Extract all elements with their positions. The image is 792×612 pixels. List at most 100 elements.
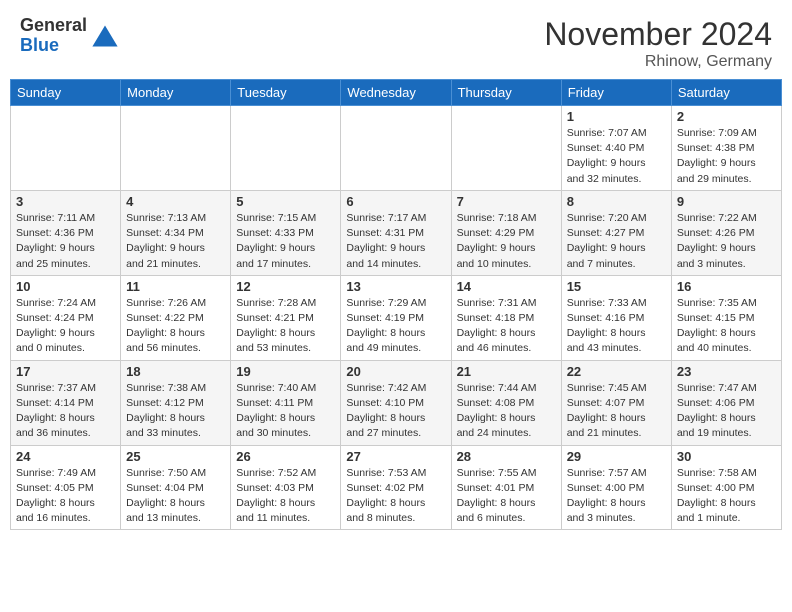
calendar-cell [341,106,451,191]
day-info: Sunrise: 7:37 AMSunset: 4:14 PMDaylight:… [16,381,115,442]
calendar-cell: 27Sunrise: 7:53 AMSunset: 4:02 PMDayligh… [341,445,451,530]
day-number: 11 [126,279,225,294]
calendar-cell: 28Sunrise: 7:55 AMSunset: 4:01 PMDayligh… [451,445,561,530]
day-number: 24 [16,449,115,464]
calendar-cell: 9Sunrise: 7:22 AMSunset: 4:26 PMDaylight… [671,190,781,275]
day-info: Sunrise: 7:53 AMSunset: 4:02 PMDaylight:… [346,466,445,527]
header-tuesday: Tuesday [231,80,341,106]
day-number: 8 [567,194,666,209]
header-saturday: Saturday [671,80,781,106]
calendar-cell: 8 Sunrise: 7:20 AMSunset: 4:27 PMDaylight… [561,190,671,275]
calendar-cell: 25 Sunrise: 7:50 AMSunset: 4:04 PMDayligh… [121,445,231,530]
day-info: Sunrise: 7:55 AMSunset: 4:01 PMDaylight:… [457,466,556,527]
day-info: Sunrise: 7:49 AMSunset: 4:05 PMDaylight:… [16,466,115,527]
calendar-cell: 23 Sunrise: 7:47 AMSunset: 4:06 PMDayligh… [671,360,781,445]
calendar-cell: 7 Sunrise: 7:18 AMSunset: 4:29 PMDaylight… [451,190,561,275]
day-number: 10 [16,279,115,294]
day-number: 21 [457,364,556,379]
calendar-cell: 18Sunrise: 7:38 AMSunset: 4:12 PMDayligh… [121,360,231,445]
header-thursday: Thursday [451,80,561,106]
calendar-cell: 11 Sunrise: 7:26 AMSunset: 4:22 PMDayligh… [121,275,231,360]
calendar-cell: 10 Sunrise: 7:24 AMSunset: 4:24 PMDayligh… [11,275,121,360]
calendar-cell: 3 Sunrise: 7:11 AMSunset: 4:36 PMDaylight… [11,190,121,275]
calendar-cell: 17 Sunrise: 7:37 AMSunset: 4:14 PMDayligh… [11,360,121,445]
calendar-cell [121,106,231,191]
day-info: Sunrise: 7:11 AMSunset: 4:36 PMDaylight:… [16,211,115,272]
calendar-cell: 20 Sunrise: 7:42 AMSunset: 4:10 PMDayligh… [341,360,451,445]
day-number: 12 [236,279,335,294]
logo: General Blue [20,16,119,56]
day-info: Sunrise: 7:07 AMSunset: 4:40 PMDaylight:… [567,126,666,187]
calendar-cell: 22 Sunrise: 7:45 AMSunset: 4:07 PMDayligh… [561,360,671,445]
calendar-cell: 14 Sunrise: 7:31 AMSunset: 4:18 PMDayligh… [451,275,561,360]
day-number: 16 [677,279,776,294]
location: Rhinow, Germany [544,53,772,71]
calendar-cell: 21 Sunrise: 7:44 AMSunset: 4:08 PMDayligh… [451,360,561,445]
calendar-cell [11,106,121,191]
calendar-cell: 2 Sunrise: 7:09 AMSunset: 4:38 PMDaylight… [671,106,781,191]
day-info: Sunrise: 7:35 AMSunset: 4:15 PMDaylight:… [677,296,776,357]
calendar-cell: 26 Sunrise: 7:52 AMSunset: 4:03 PMDayligh… [231,445,341,530]
day-number: 26 [236,449,335,464]
day-number: 7 [457,194,556,209]
logo-blue: Blue [20,36,87,56]
day-info: Sunrise: 7:50 AMSunset: 4:04 PMDaylight:… [126,466,225,527]
header-sunday: Sunday [11,80,121,106]
logo-icon [91,22,119,50]
header-friday: Friday [561,80,671,106]
page-header: General Blue November 2024 Rhinow, Germa… [0,0,792,79]
day-number: 23 [677,364,776,379]
day-info: Sunrise: 7:57 AMSunset: 4:00 PMDaylight:… [567,466,666,527]
calendar-cell: 12 Sunrise: 7:28 AMSunset: 4:21 PMDayligh… [231,275,341,360]
day-info: Sunrise: 7:13 AMSunset: 4:34 PMDaylight:… [126,211,225,272]
day-info: Sunrise: 7:45 AMSunset: 4:07 PMDaylight:… [567,381,666,442]
day-info: Sunrise: 7:58 AMSunset: 4:00 PMDaylight:… [677,466,776,527]
header-wednesday: Wednesday [341,80,451,106]
day-info: Sunrise: 7:15 AMSunset: 4:33 PMDaylight:… [236,211,335,272]
day-info: Sunrise: 7:52 AMSunset: 4:03 PMDaylight:… [236,466,335,527]
day-number: 29 [567,449,666,464]
day-info: Sunrise: 7:09 AMSunset: 4:38 PMDaylight:… [677,126,776,187]
day-info: Sunrise: 7:26 AMSunset: 4:22 PMDaylight:… [126,296,225,357]
day-number: 25 [126,449,225,464]
day-info: Sunrise: 7:24 AMSunset: 4:24 PMDaylight:… [16,296,115,357]
calendar-cell: 6Sunrise: 7:17 AMSunset: 4:31 PMDaylight… [341,190,451,275]
day-number: 9 [677,194,776,209]
day-info: Sunrise: 7:44 AMSunset: 4:08 PMDaylight:… [457,381,556,442]
day-info: Sunrise: 7:20 AMSunset: 4:27 PMDaylight:… [567,211,666,272]
calendar-cell: 5 Sunrise: 7:15 AMSunset: 4:33 PMDaylight… [231,190,341,275]
day-info: Sunrise: 7:40 AMSunset: 4:11 PMDaylight:… [236,381,335,442]
day-number: 22 [567,364,666,379]
day-number: 6 [346,194,445,209]
calendar-cell [451,106,561,191]
day-number: 4 [126,194,225,209]
day-info: Sunrise: 7:47 AMSunset: 4:06 PMDaylight:… [677,381,776,442]
day-info: Sunrise: 7:31 AMSunset: 4:18 PMDaylight:… [457,296,556,357]
calendar-cell: 15Sunrise: 7:33 AMSunset: 4:16 PMDayligh… [561,275,671,360]
day-number: 14 [457,279,556,294]
day-info: Sunrise: 7:29 AMSunset: 4:19 PMDaylight:… [346,296,445,357]
day-info: Sunrise: 7:28 AMSunset: 4:21 PMDaylight:… [236,296,335,357]
calendar-cell [231,106,341,191]
calendar-cell: 24 Sunrise: 7:49 AMSunset: 4:05 PMDayligh… [11,445,121,530]
calendar-table: SundayMondayTuesdayWednesdayThursdayFrid… [10,79,782,530]
day-number: 30 [677,449,776,464]
header-monday: Monday [121,80,231,106]
calendar-cell: 13Sunrise: 7:29 AMSunset: 4:19 PMDayligh… [341,275,451,360]
day-number: 19 [236,364,335,379]
logo-general: General [20,16,87,36]
calendar-cell: 29 Sunrise: 7:57 AMSunset: 4:00 PMDayligh… [561,445,671,530]
day-info: Sunrise: 7:42 AMSunset: 4:10 PMDaylight:… [346,381,445,442]
day-number: 5 [236,194,335,209]
day-number: 3 [16,194,115,209]
day-number: 20 [346,364,445,379]
calendar-cell: 4 Sunrise: 7:13 AMSunset: 4:34 PMDaylight… [121,190,231,275]
day-number: 18 [126,364,225,379]
day-info: Sunrise: 7:18 AMSunset: 4:29 PMDaylight:… [457,211,556,272]
day-number: 2 [677,109,776,124]
calendar-cell: 30 Sunrise: 7:58 AMSunset: 4:00 PMDayligh… [671,445,781,530]
day-number: 17 [16,364,115,379]
day-number: 1 [567,109,666,124]
calendar-cell: 1 Sunrise: 7:07 AMSunset: 4:40 PMDaylight… [561,106,671,191]
day-info: Sunrise: 7:33 AMSunset: 4:16 PMDaylight:… [567,296,666,357]
